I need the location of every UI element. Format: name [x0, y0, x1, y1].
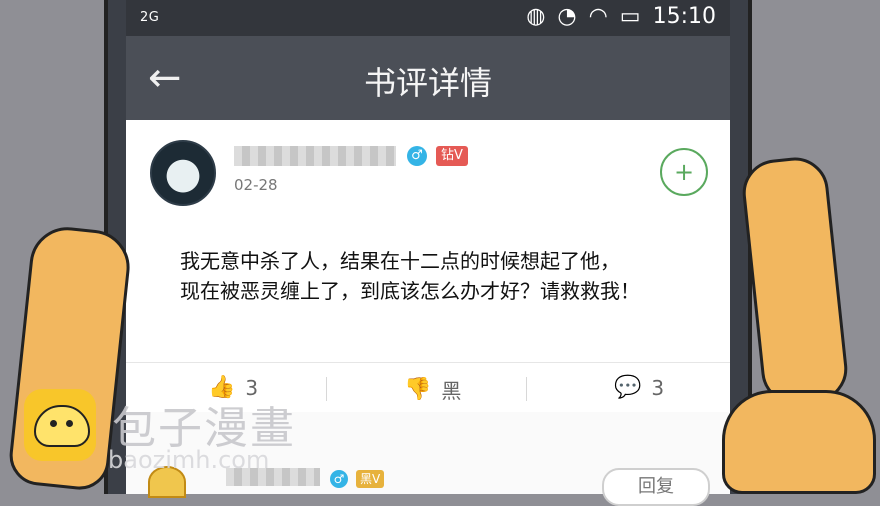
app-header: ← 书评详情: [126, 36, 730, 120]
comment-count: 3: [651, 375, 665, 400]
review-text: 我无意中杀了人，结果在十二点的时候想起了他， 现在被恶灵缠上了，到底该怎么办才好…: [180, 246, 700, 306]
comment-icon: 💬: [614, 375, 642, 400]
right-thumb: [739, 154, 851, 408]
review-line-2: 现在被恶灵缠上了，到底该怎么办才好？请救救我！: [180, 279, 640, 303]
mute-icon: ◍: [526, 4, 546, 29]
reply-vip-badge: 黑V: [356, 470, 385, 488]
post-date: 02-28: [234, 176, 278, 194]
username-blurred[interactable]: [234, 146, 396, 166]
status-bar: 2G ◍ ◔ ◠ ▭ 15:10: [126, 0, 730, 36]
action-divider: [326, 377, 327, 401]
clock-time: 15:10: [652, 4, 716, 29]
eye-icon: [66, 420, 73, 427]
male-icon: ♂: [330, 470, 348, 488]
action-divider: [526, 377, 527, 401]
watermark-logo: [24, 389, 96, 461]
network-indicator: 2G: [140, 10, 160, 25]
avatar[interactable]: [150, 140, 216, 206]
thumbs-down-icon: 👎: [404, 377, 432, 402]
battery-icon: ▭: [619, 4, 641, 29]
comic-scene: 2G ◍ ◔ ◠ ▭ 15:10 ← 书评详情 ♂ 钻V 02-28 + 我无意…: [0, 0, 880, 506]
follow-button[interactable]: +: [660, 148, 708, 196]
add-user-icon: +: [673, 158, 695, 186]
reply-button[interactable]: 回复: [602, 468, 710, 506]
status-icons: ◍ ◔ ◠ ▭ 15:10: [526, 4, 716, 29]
review-line-1: 我无意中杀了人，结果在十二点的时候想起了他，: [180, 249, 620, 273]
male-icon: ♂: [407, 146, 427, 166]
wifi-icon: ◠: [588, 4, 608, 29]
right-hand: [722, 390, 876, 494]
dislike-label: 黑: [441, 379, 462, 403]
eye-icon: [50, 420, 57, 427]
alarm-icon: ◔: [557, 4, 577, 29]
comment-button[interactable]: 💬 3: [614, 375, 664, 400]
watermark-en: baozimh.com: [108, 446, 270, 474]
page-title: 书评详情: [363, 64, 492, 102]
bun-face-icon: [34, 405, 90, 447]
vip-badge: 钻V: [436, 146, 468, 166]
dislike-button[interactable]: 👎 黑: [404, 375, 461, 404]
